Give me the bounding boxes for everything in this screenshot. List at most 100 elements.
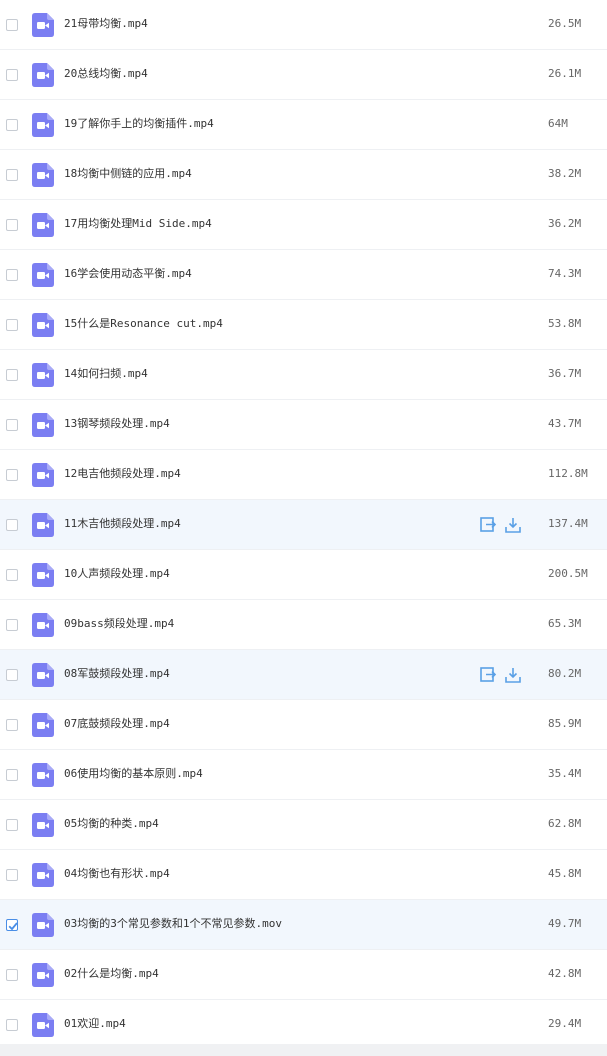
row-checkbox[interactable] <box>6 319 18 331</box>
file-name[interactable]: 19了解你手上的均衡插件.mp4 <box>64 117 214 131</box>
file-size: 200.5M <box>548 567 588 580</box>
file-row[interactable]: 04均衡也有形状.mp4 45.8M <box>0 850 607 900</box>
file-name[interactable]: 21母带均衡.mp4 <box>64 17 148 31</box>
file-name[interactable]: 09bass频段处理.mp4 <box>64 617 174 631</box>
row-checkbox[interactable] <box>6 1019 18 1031</box>
row-checkbox[interactable] <box>6 169 18 181</box>
file-row[interactable]: 07底鼓频段处理.mp4 85.9M <box>0 700 607 750</box>
row-checkbox[interactable] <box>6 869 18 881</box>
file-row[interactable]: 10人声频段处理.mp4 200.5M <box>0 550 607 600</box>
video-file-icon <box>32 363 54 387</box>
row-checkbox[interactable] <box>6 769 18 781</box>
row-checkbox[interactable] <box>6 469 18 481</box>
file-name[interactable]: 18均衡中侧链的应用.mp4 <box>64 167 192 181</box>
row-checkbox[interactable] <box>6 219 18 231</box>
file-row[interactable]: 18均衡中侧链的应用.mp4 38.2M <box>0 150 607 200</box>
file-size: 43.7M <box>548 417 582 430</box>
file-name[interactable]: 08军鼓频段处理.mp4 <box>64 667 170 681</box>
row-checkbox[interactable] <box>6 819 18 831</box>
file-row[interactable]: 02什么是均衡.mp4 42.8M <box>0 950 607 1000</box>
file-size: 112.8M <box>548 467 588 480</box>
video-file-icon <box>32 613 54 637</box>
file-name[interactable]: 10人声频段处理.mp4 <box>64 567 170 581</box>
row-checkbox[interactable] <box>6 69 18 81</box>
file-size: 29.4M <box>548 1017 582 1030</box>
video-file-icon <box>32 513 54 537</box>
file-name[interactable]: 03均衡的3个常见参数和1个不常见参数.mov <box>64 917 282 931</box>
file-row[interactable]: 08军鼓频段处理.mp4 80.2M <box>0 650 607 700</box>
file-size: 26.1M <box>548 67 582 80</box>
file-row[interactable]: 15什么是Resonance cut.mp4 53.8M <box>0 300 607 350</box>
video-file-icon <box>32 663 54 687</box>
video-file-icon <box>32 263 54 287</box>
file-name[interactable]: 14如何扫频.mp4 <box>64 367 148 381</box>
video-file-icon <box>32 13 54 37</box>
video-file-icon <box>32 563 54 587</box>
file-name[interactable]: 17用均衡处理Mid Side.mp4 <box>64 217 212 231</box>
horizontal-scrollbar[interactable] <box>0 1044 607 1056</box>
video-file-icon <box>32 963 54 987</box>
file-name[interactable]: 02什么是均衡.mp4 <box>64 967 159 981</box>
row-checkbox[interactable] <box>6 569 18 581</box>
video-file-icon <box>32 763 54 787</box>
file-row[interactable]: 05均衡的种类.mp4 62.8M <box>0 800 607 850</box>
file-name[interactable]: 06使用均衡的基本原则.mp4 <box>64 767 203 781</box>
file-size: 45.8M <box>548 867 582 880</box>
video-file-icon <box>32 463 54 487</box>
video-file-icon <box>32 863 54 887</box>
file-row[interactable]: 03均衡的3个常见参数和1个不常见参数.mov 49.7M <box>0 900 607 950</box>
file-row[interactable]: 01欢迎.mp4 29.4M <box>0 1000 607 1050</box>
file-row[interactable]: 11木吉他频段处理.mp4 137.4M <box>0 500 607 550</box>
file-name[interactable]: 01欢迎.mp4 <box>64 1017 126 1031</box>
row-checkbox[interactable] <box>6 969 18 981</box>
video-file-icon <box>32 113 54 137</box>
file-row[interactable]: 16学会使用动态平衡.mp4 74.3M <box>0 250 607 300</box>
file-name[interactable]: 15什么是Resonance cut.mp4 <box>64 317 223 331</box>
file-name[interactable]: 11木吉他频段处理.mp4 <box>64 517 181 531</box>
file-row[interactable]: 06使用均衡的基本原则.mp4 35.4M <box>0 750 607 800</box>
share-icon[interactable] <box>479 666 497 684</box>
file-row[interactable]: 20总线均衡.mp4 26.1M <box>0 50 607 100</box>
video-file-icon <box>32 163 54 187</box>
file-name[interactable]: 12电吉他频段处理.mp4 <box>64 467 181 481</box>
file-size: 64M <box>548 117 568 130</box>
file-row[interactable]: 13钢琴频段处理.mp4 43.7M <box>0 400 607 450</box>
file-size: 74.3M <box>548 267 582 280</box>
row-checkbox[interactable] <box>6 669 18 681</box>
row-checkbox[interactable] <box>6 119 18 131</box>
file-name[interactable]: 16学会使用动态平衡.mp4 <box>64 267 192 281</box>
row-checkbox[interactable] <box>6 919 18 931</box>
file-name[interactable]: 13钢琴频段处理.mp4 <box>64 417 170 431</box>
file-size: 137.4M <box>548 517 588 530</box>
row-checkbox[interactable] <box>6 419 18 431</box>
video-file-icon <box>32 713 54 737</box>
file-name[interactable]: 05均衡的种类.mp4 <box>64 817 159 831</box>
row-checkbox[interactable] <box>6 519 18 531</box>
file-row[interactable]: 21母带均衡.mp4 26.5M <box>0 0 607 50</box>
file-row[interactable]: 12电吉他频段处理.mp4 112.8M <box>0 450 607 500</box>
share-icon[interactable] <box>479 516 497 534</box>
file-row[interactable]: 09bass频段处理.mp4 65.3M <box>0 600 607 650</box>
row-checkbox[interactable] <box>6 269 18 281</box>
file-name[interactable]: 07底鼓频段处理.mp4 <box>64 717 170 731</box>
file-size: 85.9M <box>548 717 582 730</box>
row-checkbox[interactable] <box>6 19 18 31</box>
video-file-icon <box>32 63 54 87</box>
file-name[interactable]: 04均衡也有形状.mp4 <box>64 867 170 881</box>
file-size: 49.7M <box>548 917 582 930</box>
video-file-icon <box>32 813 54 837</box>
file-name[interactable]: 20总线均衡.mp4 <box>64 67 148 81</box>
file-row[interactable]: 14如何扫频.mp4 36.7M <box>0 350 607 400</box>
download-icon[interactable] <box>504 666 522 684</box>
file-size: 26.5M <box>548 17 582 30</box>
file-row[interactable]: 17用均衡处理Mid Side.mp4 36.2M <box>0 200 607 250</box>
video-file-icon <box>32 313 54 337</box>
file-size: 65.3M <box>548 617 582 630</box>
row-checkbox[interactable] <box>6 369 18 381</box>
file-row[interactable]: 19了解你手上的均衡插件.mp4 64M <box>0 100 607 150</box>
row-checkbox[interactable] <box>6 719 18 731</box>
download-icon[interactable] <box>504 516 522 534</box>
row-checkbox[interactable] <box>6 619 18 631</box>
file-size: 53.8M <box>548 317 582 330</box>
file-size: 62.8M <box>548 817 582 830</box>
